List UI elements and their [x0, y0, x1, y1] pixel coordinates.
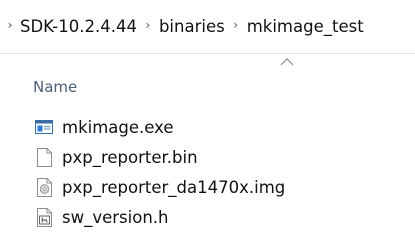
breadcrumb-separator[interactable]: ›: [0, 18, 20, 32]
breadcrumb: › SDK-10.2.4.44 › binaries › mkimage_tes…: [0, 0, 415, 52]
breadcrumb-item-binaries[interactable]: binaries: [159, 17, 225, 36]
file-name: pxp_reporter.bin: [62, 147, 198, 167]
file-name: sw_version.h: [62, 207, 169, 227]
breadcrumb-separator[interactable]: ›: [225, 18, 247, 32]
exe-icon: [35, 117, 53, 137]
sort-ascending-icon: [280, 58, 294, 66]
breadcrumb-item-sdk[interactable]: SDK-10.2.4.44: [20, 17, 137, 36]
disc-image-icon: [35, 177, 53, 197]
name-column-header[interactable]: Name: [33, 78, 77, 96]
file-name: mkimage.exe: [62, 117, 174, 137]
breadcrumb-separator[interactable]: ›: [137, 18, 159, 32]
file-name: pxp_reporter_da1470x.img: [62, 177, 286, 197]
header-file-icon: [35, 207, 53, 227]
file-list: mkimage.exe pxp_reporter.bin pxp_reporte…: [0, 112, 415, 232]
file-row[interactable]: pxp_reporter_da1470x.img: [0, 172, 415, 202]
breadcrumb-item-mkimage-test[interactable]: mkimage_test: [247, 17, 364, 36]
file-row[interactable]: sw_version.h: [0, 202, 415, 232]
column-header-row: Name: [0, 54, 415, 100]
blank-file-icon: [35, 147, 53, 167]
file-row[interactable]: pxp_reporter.bin: [0, 142, 415, 172]
file-row[interactable]: mkimage.exe: [0, 112, 415, 142]
